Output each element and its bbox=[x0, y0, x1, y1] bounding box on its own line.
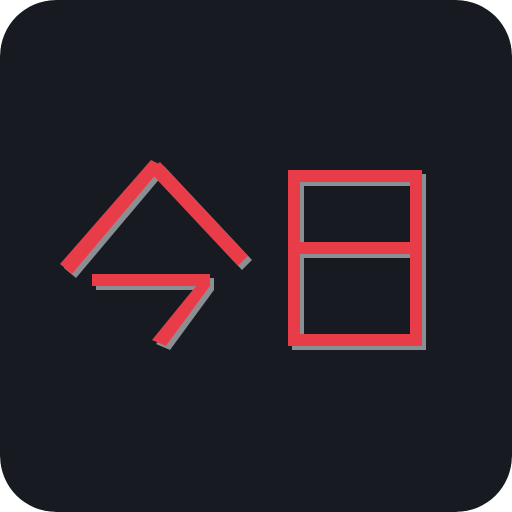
app-icon[interactable]: 今日 bbox=[0, 0, 512, 512]
app-icon-graphic bbox=[0, 0, 512, 512]
